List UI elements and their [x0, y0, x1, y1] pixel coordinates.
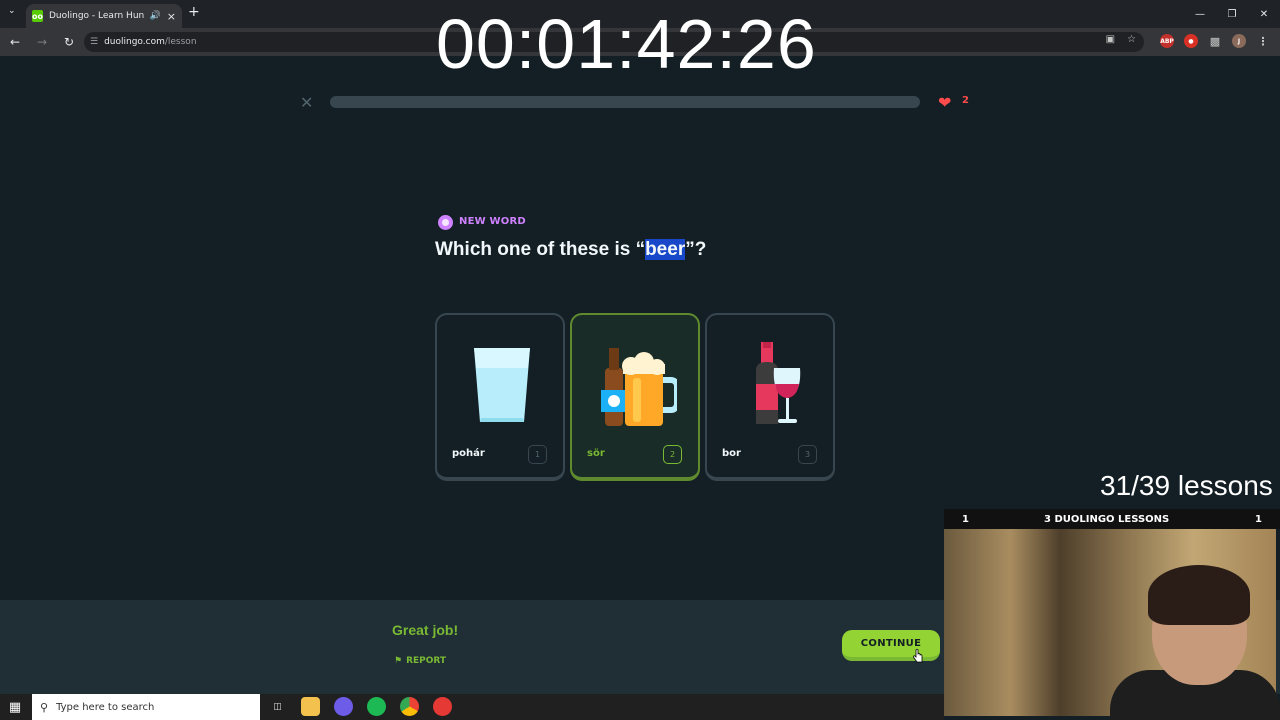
search-placeholder: Type here to search [56, 701, 155, 713]
windows-start-icon[interactable]: ▦ [0, 700, 30, 715]
lesson-close-icon[interactable]: ✕ [300, 93, 313, 112]
install-app-icon[interactable]: ▣ [1106, 34, 1115, 45]
report-button[interactable]: ⚑ REPORT [394, 656, 446, 666]
window-close-icon[interactable]: ✕ [1248, 0, 1280, 28]
duolingo-favicon-icon: oo [32, 10, 43, 22]
question-title: Which one of these is “beer”? [435, 239, 706, 261]
browser-menu-icon[interactable]: ⋮ [1256, 34, 1270, 48]
report-label: REPORT [406, 656, 447, 666]
url-domain: duolingo.com [104, 37, 165, 47]
tab-title: Duolingo - Learn Hungarian [49, 11, 144, 21]
cam-right-number: 1 [1255, 513, 1262, 525]
choice-key-hint: 1 [528, 445, 547, 464]
glass-icon [474, 348, 530, 422]
webcam-person-hair [1148, 565, 1250, 625]
forward-arrow-icon[interactable]: → [30, 30, 54, 54]
record-extension-icon[interactable]: ● [1184, 34, 1198, 48]
flag-icon: ⚑ [394, 656, 403, 666]
spotify-icon[interactable] [367, 697, 386, 716]
wine-icon [756, 342, 801, 424]
bookmark-star-icon[interactable]: ☆ [1127, 34, 1136, 45]
choice-label: sör [587, 448, 605, 459]
webcam-title-bar: 1 3 DUOLINGO LESSONS 1 [944, 509, 1280, 529]
profile-avatar[interactable]: J [1232, 34, 1246, 48]
beer-icon [601, 348, 677, 426]
omnibox-actions: ▣ ☆ [1106, 34, 1136, 45]
lessons-count-overlay: 31/39 lessons [1100, 470, 1273, 501]
search-icon: ⚲ [40, 700, 49, 714]
new-word-icon [438, 215, 453, 230]
cam-title: 3 DUOLINGO LESSONS [1044, 513, 1170, 525]
cam-left-number: 1 [962, 513, 969, 525]
messenger-icon[interactable] [334, 697, 353, 716]
choice-key-hint: 3 [798, 445, 817, 464]
taskbar-apps: ◫ [268, 697, 452, 716]
taskbar-search-input[interactable]: ⚲ Type here to search [32, 694, 260, 720]
choice-card-3[interactable]: bor 3 [705, 313, 835, 481]
speaker-icon[interactable]: 🔊 [150, 11, 161, 21]
chrome-icon[interactable] [400, 697, 419, 716]
url-text: duolingo.com/lesson [104, 37, 196, 47]
choice-card-2[interactable]: sör 2 [570, 313, 700, 481]
task-view-icon[interactable]: ◫ [268, 697, 287, 716]
continue-button[interactable]: CONTINUE [842, 630, 940, 661]
extensions-puzzle-icon[interactable]: ▩ [1208, 34, 1222, 48]
hearts-count: 2 [962, 95, 969, 106]
restore-icon[interactable]: ❐ [1216, 0, 1248, 28]
lesson-progress-bar [330, 96, 920, 108]
adblock-extension-icon[interactable]: ABP [1160, 34, 1174, 48]
tab-search-chevron-icon[interactable]: ⌄ [8, 6, 16, 16]
window-controls: — ❐ ✕ [1184, 0, 1280, 28]
choice-label: bor [722, 448, 741, 459]
heart-icon: ❤ [938, 93, 952, 112]
back-arrow-icon[interactable]: ← [3, 30, 27, 54]
reload-icon[interactable]: ↻ [57, 30, 81, 54]
extensions-bar: ABP ● ▩ J ⋮ [1160, 34, 1270, 48]
choice-key-hint: 2 [663, 445, 682, 464]
browser-tab[interactable]: oo Duolingo - Learn Hungarian 🔊 × [26, 4, 182, 28]
choice-label: pohár [452, 448, 485, 459]
question-word: beer [645, 239, 686, 260]
new-tab-plus-icon[interactable]: + [188, 4, 200, 20]
site-info-icon[interactable]: ☰ [90, 37, 98, 47]
feedback-message: Great job! [392, 622, 459, 638]
question-prefix: Which one of these is “ [435, 239, 646, 260]
minimize-icon[interactable]: — [1184, 0, 1216, 28]
file-explorer-icon[interactable] [301, 697, 320, 716]
windows-taskbar: ▦ ⚲ Type here to search ◫ [0, 694, 944, 720]
hand-cursor-icon [913, 649, 923, 663]
url-path: /lesson [164, 37, 197, 47]
new-word-label: NEW WORD [459, 216, 526, 227]
question-suffix: ”? [685, 239, 707, 260]
obs-recorder-icon[interactable] [433, 697, 452, 716]
tab-close-icon[interactable]: × [167, 10, 176, 23]
stream-timer: 00:01:42:26 [436, 5, 817, 83]
choice-card-1[interactable]: pohár 1 [435, 313, 565, 481]
